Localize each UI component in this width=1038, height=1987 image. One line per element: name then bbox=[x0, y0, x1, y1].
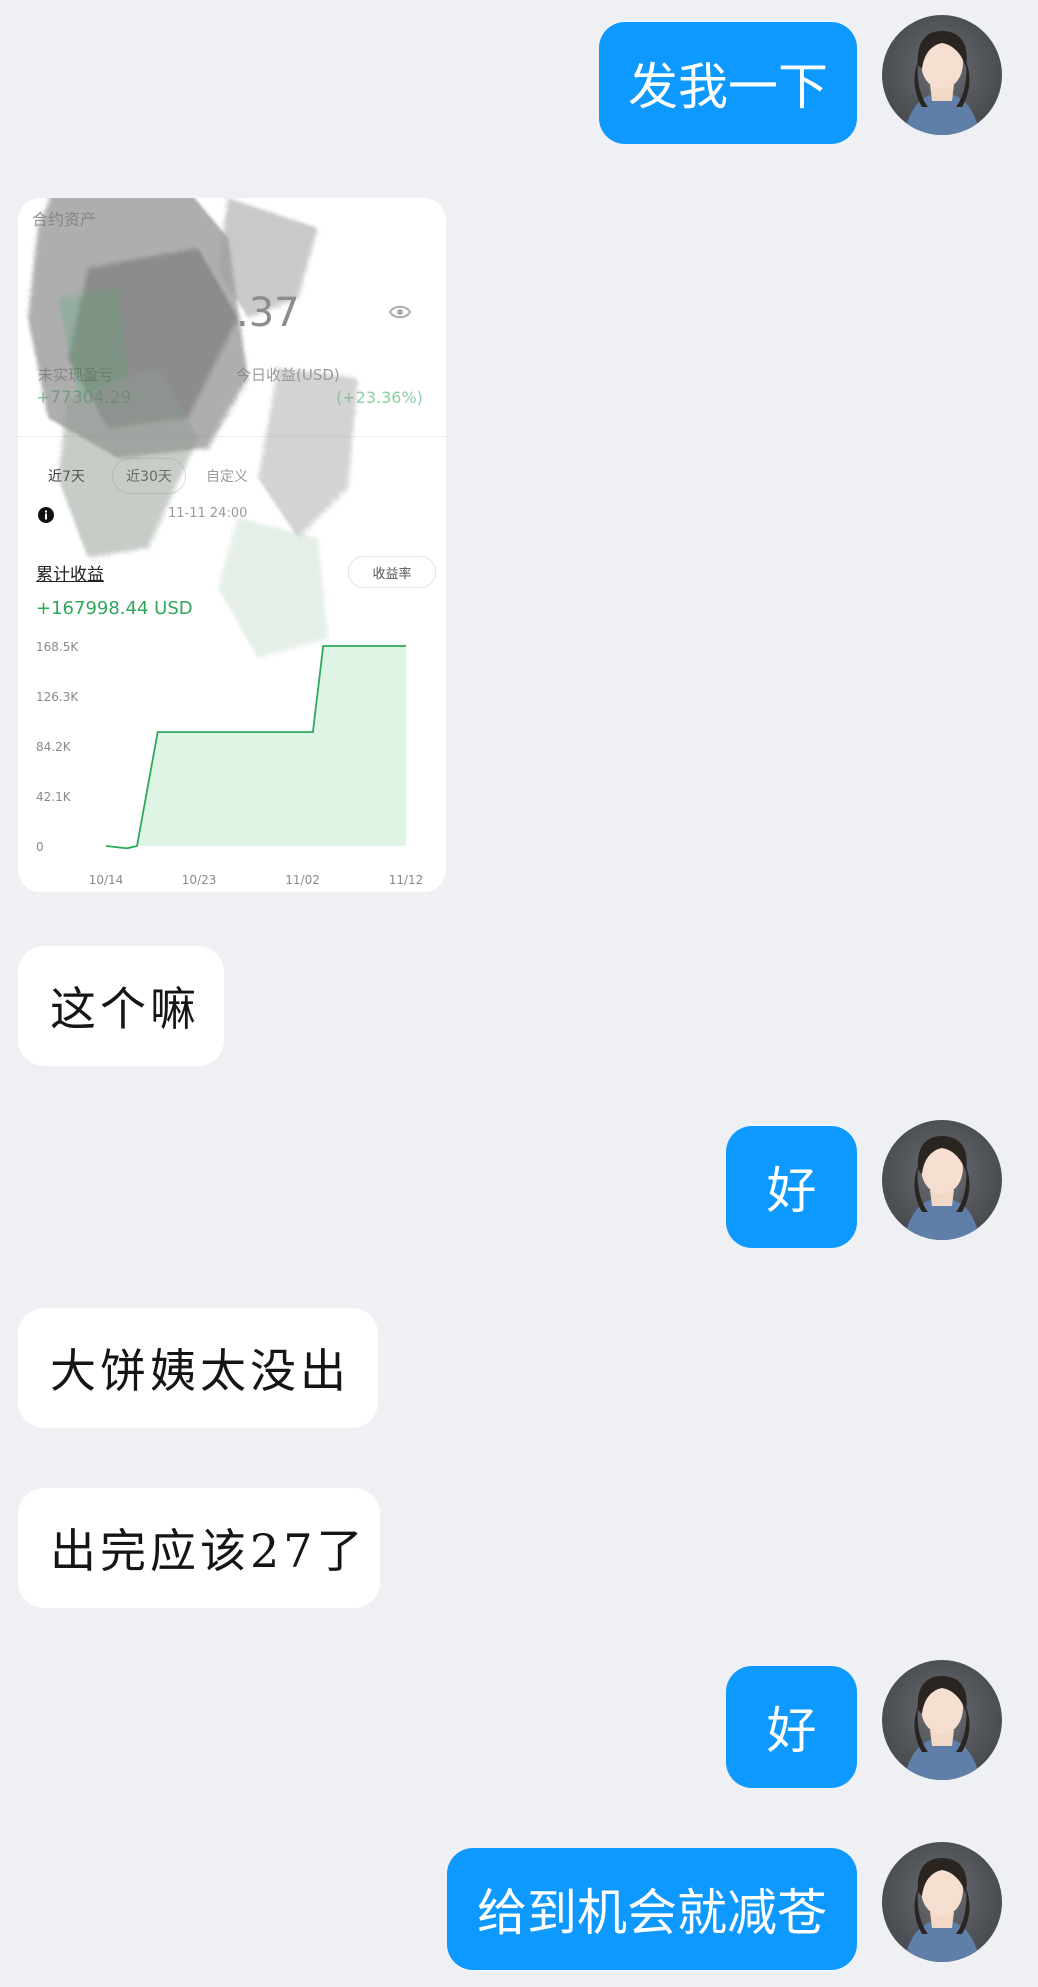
y-tick-label: 0 bbox=[36, 840, 44, 854]
left-metric-value: +77304.29 bbox=[36, 388, 132, 408]
x-tick-label: 10/14 bbox=[89, 873, 124, 887]
series-area bbox=[106, 646, 406, 849]
left-metric-label: 未实现盈亏 bbox=[38, 366, 114, 384]
message-text: 发我一下 bbox=[628, 58, 828, 116]
tab-7d[interactable]: 近7天 bbox=[48, 466, 85, 486]
shared-screenshot-card[interactable]: 合约资产 .37 未实现盈亏 +77304.29 今日收益(USD) (+23.… bbox=[18, 198, 446, 892]
message-bubble-outgoing[interactable]: 发我一下 bbox=[599, 22, 857, 144]
right-metric-label: 今日收益(USD) bbox=[236, 366, 340, 384]
eye-icon[interactable] bbox=[388, 302, 412, 326]
y-tick-label: 42.1K bbox=[36, 790, 72, 804]
yield-toggle[interactable]: 收益率 bbox=[348, 556, 436, 588]
x-tick-label: 11/02 bbox=[285, 873, 320, 887]
tab-custom[interactable]: 自定义 bbox=[206, 466, 248, 486]
message-text: 出完应该27了 bbox=[50, 1524, 367, 1578]
cumulative-chart: 168.5K 126.3K 84.2K 42.1K 0 10/14 10/23 11/02 11… bbox=[36, 640, 424, 887]
message-bubble-outgoing[interactable]: 给到机会就减苍 bbox=[447, 1848, 857, 1970]
x-tick-label: 11/12 bbox=[389, 873, 424, 887]
avatar[interactable] bbox=[882, 1842, 1002, 1962]
avatar[interactable] bbox=[882, 1660, 1002, 1780]
message-text: 给到机会就减苍 bbox=[477, 1884, 827, 1942]
message-bubble-incoming[interactable]: 这个嘛 bbox=[18, 946, 224, 1066]
tab-30d[interactable]: 近30天 bbox=[112, 458, 186, 494]
info-icon bbox=[38, 507, 54, 527]
cumulative-label: 累计收益 bbox=[36, 565, 104, 585]
balance-fragment: .37 bbox=[236, 290, 300, 336]
message-bubble-outgoing[interactable]: 好 bbox=[726, 1126, 857, 1248]
card-top-label: 合约资产 bbox=[32, 210, 97, 229]
right-metric-value: (+23.36%) bbox=[336, 388, 423, 407]
message-text: 好 bbox=[766, 1702, 817, 1760]
cumulative-value: +167998.44 USD bbox=[36, 598, 193, 619]
x-tick-label: 10/23 bbox=[182, 873, 217, 887]
y-tick-label: 168.5K bbox=[36, 640, 79, 654]
message-bubble-outgoing[interactable]: 好 bbox=[726, 1666, 857, 1788]
message-bubble-incoming[interactable]: 出完应该27了 bbox=[18, 1488, 380, 1608]
avatar[interactable] bbox=[882, 15, 1002, 135]
y-tick-label: 126.3K bbox=[36, 690, 79, 704]
message-text: 好 bbox=[766, 1162, 817, 1220]
message-text: 大饼姨太没出 bbox=[50, 1344, 350, 1398]
message-text: 这个嘛 bbox=[50, 982, 200, 1036]
avatar[interactable] bbox=[882, 1120, 1002, 1240]
update-note: 11-11 24:00 bbox=[168, 506, 248, 521]
y-tick-label: 84.2K bbox=[36, 740, 72, 754]
message-bubble-incoming[interactable]: 大饼姨太没出 bbox=[18, 1308, 378, 1428]
